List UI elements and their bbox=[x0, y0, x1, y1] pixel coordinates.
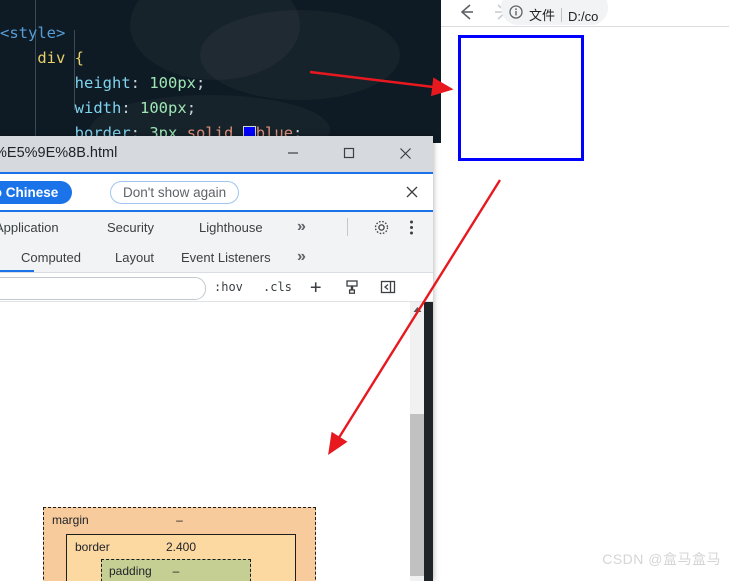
semicolon-token: ; bbox=[186, 99, 197, 117]
tab-security[interactable]: Security bbox=[98, 212, 163, 242]
devtools-content-area: margin – – – – border 2.400 2.400 2.400 … bbox=[0, 302, 410, 581]
scroll-up-arrow-icon[interactable] bbox=[410, 302, 424, 316]
devtools-panel-tabs: Application Security Lighthouse » bbox=[0, 212, 433, 243]
tab-separator bbox=[347, 218, 348, 236]
border-top-value[interactable]: 2.400 bbox=[67, 540, 295, 554]
panel-toggle-icon[interactable] bbox=[380, 273, 396, 301]
minimize-button[interactable] bbox=[270, 136, 316, 170]
open-brace-token: { bbox=[74, 49, 85, 67]
notification-close-icon[interactable] bbox=[401, 181, 423, 203]
height-value-token: 100px bbox=[149, 74, 197, 92]
selector-token: div bbox=[37, 49, 66, 67]
tab-overflow-chevron-icon[interactable]: » bbox=[288, 212, 315, 242]
code-line-height: height: 100px; bbox=[0, 71, 302, 96]
box-model-padding[interactable]: padding – – – – 100×100 bbox=[101, 559, 251, 581]
styles-filter-bar: :hov .cls + bbox=[0, 273, 433, 302]
more-vertical-icon[interactable] bbox=[400, 212, 423, 242]
devtools-titlebar[interactable]: %E5%9E%8B.html bbox=[0, 136, 433, 174]
hov-toggle[interactable]: :hov bbox=[214, 273, 243, 301]
address-bar[interactable]: 文件 D:/co bbox=[501, 0, 609, 25]
code-line-style-open: <style> bbox=[0, 21, 302, 46]
code-text[interactable]: <style> div { height: 100px; width: 100p… bbox=[0, 0, 302, 143]
devtools-window-title: %E5%9E%8B.html bbox=[0, 145, 118, 161]
margin-top-value[interactable]: – bbox=[44, 513, 315, 527]
width-value-token: 100px bbox=[140, 99, 187, 117]
width-property-token: width bbox=[74, 99, 122, 117]
browser-toolbar: 文件 D:/co bbox=[441, 0, 729, 26]
csdn-watermark: CSDN @盒马盒马 bbox=[602, 551, 721, 567]
padding-top-value[interactable]: – bbox=[102, 564, 250, 578]
devtools-scrollbar[interactable] bbox=[410, 302, 424, 581]
devtools-window: %E5%9E%8B.html ols to Chinese Don't show… bbox=[0, 136, 433, 581]
semicolon-token: ; bbox=[196, 74, 206, 92]
settings-gear-icon[interactable] bbox=[364, 212, 399, 242]
colon-token: : bbox=[121, 99, 131, 117]
close-button[interactable] bbox=[382, 136, 428, 170]
code-line-selector: div { bbox=[0, 46, 302, 71]
maximize-button[interactable] bbox=[326, 136, 372, 170]
screenshot-root: <style> div { height: 100px; width: 100p… bbox=[0, 0, 729, 581]
omnibox-url: D:/co bbox=[568, 9, 599, 24]
scrollbar-thumb[interactable] bbox=[410, 414, 424, 576]
site-info-icon[interactable] bbox=[509, 5, 523, 24]
devtools-language-notification: ols to Chinese Don't show again bbox=[0, 174, 433, 212]
subtab-event-listeners[interactable]: Event Listeners bbox=[172, 242, 280, 272]
tab-lighthouse[interactable]: Lighthouse bbox=[190, 212, 272, 242]
omnibox-scheme-label: 文件 bbox=[529, 8, 556, 23]
box-model-border[interactable]: border 2.400 2.400 2.400 2.400 padding –… bbox=[66, 534, 296, 581]
devtools-sidebar-subtabs: Computed Layout Event Listeners » bbox=[0, 242, 433, 273]
code-line-width: width: 100px; bbox=[0, 96, 302, 121]
tab-application[interactable]: Application bbox=[0, 212, 68, 242]
height-property-token: height bbox=[74, 74, 131, 92]
rendered-blue-box bbox=[458, 35, 584, 161]
colon-token: : bbox=[130, 74, 140, 92]
brush-icon[interactable] bbox=[344, 273, 360, 301]
browser-window: 文件 D:/co CSDN @盒马盒马 bbox=[441, 0, 729, 581]
new-style-rule-button[interactable]: + bbox=[310, 273, 321, 301]
filter-input[interactable] bbox=[0, 277, 206, 300]
subtab-layout[interactable]: Layout bbox=[106, 242, 163, 272]
code-editor-panel: <style> div { height: 100px; width: 100p… bbox=[0, 0, 441, 143]
subtab-computed[interactable]: Computed bbox=[12, 242, 90, 272]
editor-background-strip bbox=[424, 302, 433, 581]
back-arrow-icon[interactable] bbox=[453, 0, 479, 24]
box-model-margin[interactable]: margin – – – – border 2.400 2.400 2.400 … bbox=[43, 507, 316, 581]
switch-to-chinese-button[interactable]: ols to Chinese bbox=[0, 181, 73, 204]
omnibox-separator bbox=[561, 8, 563, 22]
cls-toggle[interactable]: .cls bbox=[263, 273, 292, 301]
page-viewport: CSDN @盒马盒马 bbox=[441, 27, 729, 581]
dont-show-again-button[interactable]: Don't show again bbox=[110, 181, 240, 204]
subtab-overflow-chevron-icon[interactable]: » bbox=[288, 242, 315, 272]
style-tag-token: <style> bbox=[0, 24, 66, 42]
